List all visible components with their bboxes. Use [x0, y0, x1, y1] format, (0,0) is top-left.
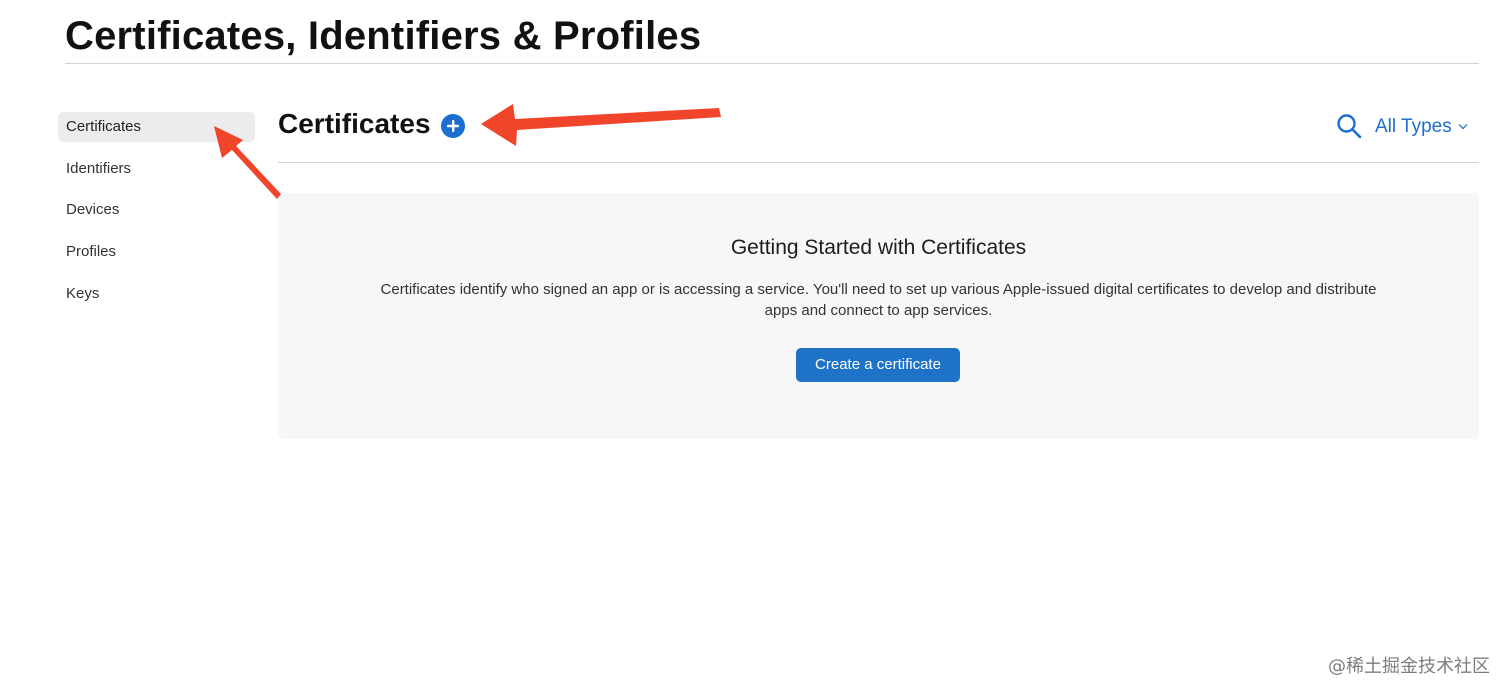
type-filter-label: All Types: [1375, 116, 1452, 137]
title-divider: [65, 63, 1479, 64]
sidebar-item-keys[interactable]: Keys: [58, 279, 255, 309]
sidebar: Certificates Identifiers Devices Profile…: [58, 112, 255, 320]
empty-state-title: Getting Started with Certificates: [730, 236, 1027, 259]
empty-state-card: Getting Started with Certificates Certif…: [278, 193, 1479, 439]
empty-state-description: Certificates identify who signed an app …: [380, 281, 1377, 319]
type-filter-dropdown[interactable]: All Types: [1375, 114, 1468, 138]
watermark: @稀土掘金技术社区: [1328, 656, 1490, 677]
search-icon[interactable]: [1336, 113, 1362, 139]
sidebar-item-identifiers[interactable]: Identifiers: [58, 154, 255, 184]
page: Certificates, Identifiers & Profiles Cer…: [0, 0, 1512, 695]
plus-circle-icon[interactable]: [441, 114, 465, 138]
sidebar-item-certificates[interactable]: Certificates: [58, 112, 255, 142]
sidebar-item-profiles[interactable]: Profiles: [58, 237, 255, 267]
page-title: Certificates, Identifiers & Profiles: [65, 14, 702, 58]
create-certificate-button[interactable]: Create a certificate: [796, 348, 960, 382]
annotation-arrow-add: [481, 104, 721, 146]
section-title: Certificates: [278, 108, 431, 139]
header-divider: [278, 162, 1479, 163]
chevron-down-icon: [1458, 114, 1468, 136]
sidebar-item-devices[interactable]: Devices: [58, 195, 255, 225]
